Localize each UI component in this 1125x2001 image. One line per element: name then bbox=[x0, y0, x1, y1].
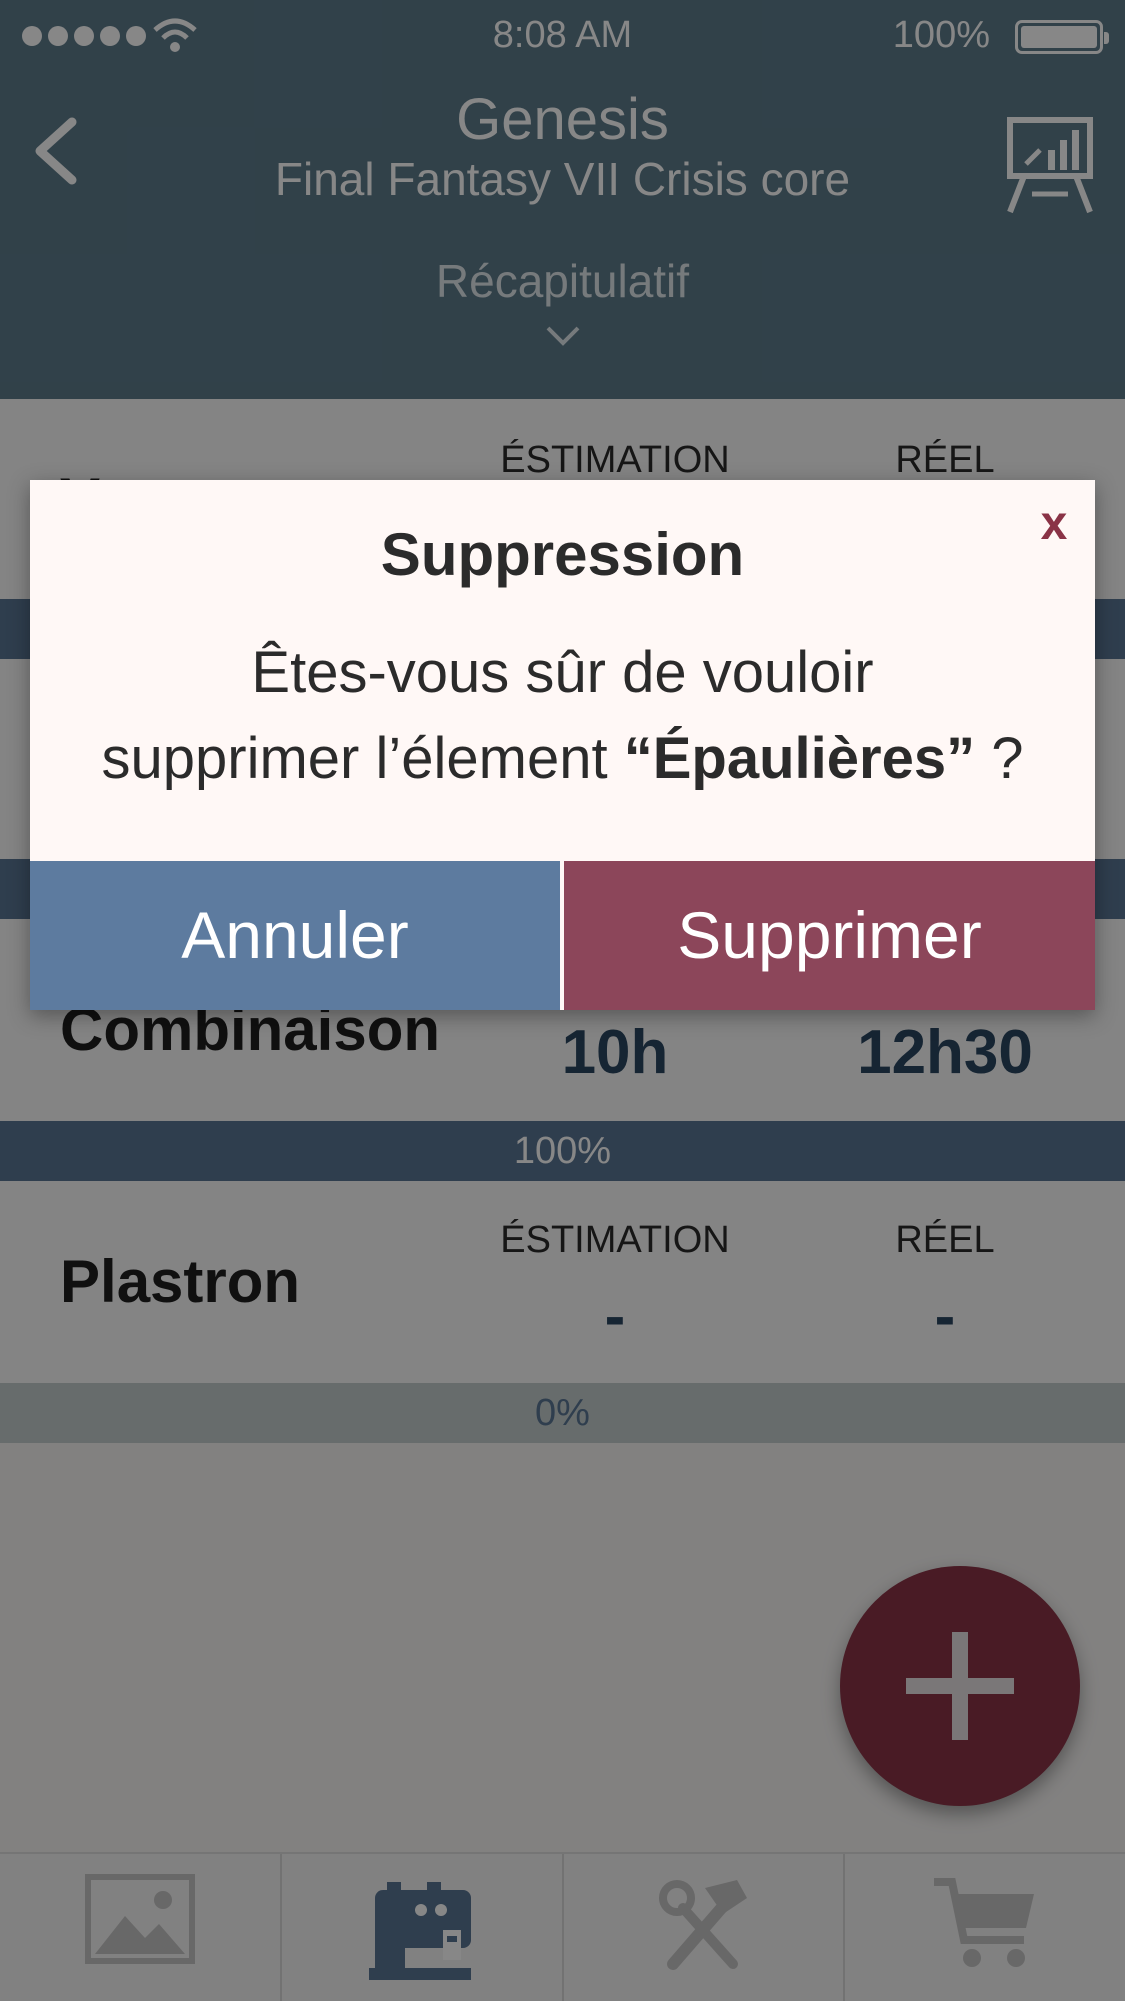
dialog-message-line2: supprimer l’élement bbox=[101, 726, 624, 791]
dialog-message-line1: Êtes-vous sûr de vouloir bbox=[251, 640, 874, 705]
dialog-message: Êtes-vous sûr de vouloir supprimer l’éle… bbox=[50, 630, 1075, 802]
dialog-title: Suppression bbox=[380, 521, 745, 588]
dialog-message-suffix: ? bbox=[975, 726, 1024, 791]
dialog-item-name: “Épaulières” bbox=[623, 726, 976, 791]
delete-confirm-dialog: x Suppression Êtes-vous sûr de vouloir s… bbox=[30, 480, 1095, 1010]
cancel-button[interactable]: Annuler bbox=[30, 861, 560, 1010]
delete-button[interactable]: Supprimer bbox=[564, 861, 1095, 1010]
